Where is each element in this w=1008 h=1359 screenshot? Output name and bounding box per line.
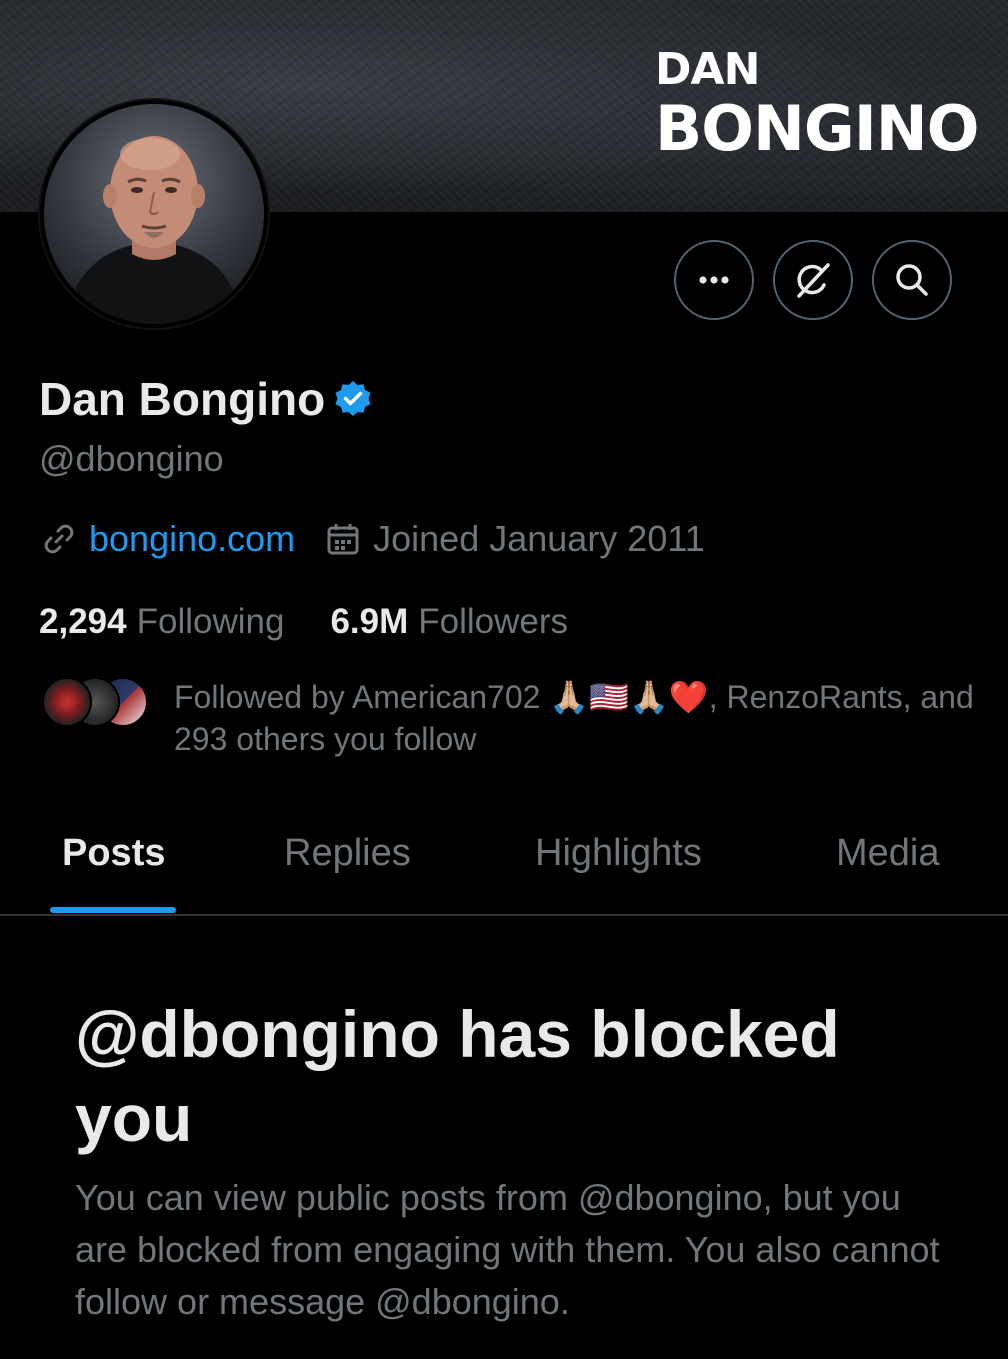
joined-date: Joined January 2011 xyxy=(373,518,705,559)
profile-tabs: Posts Replies Highlights Media xyxy=(0,818,1008,916)
profile-name-row: Dan Bongino xyxy=(39,372,373,426)
tab-replies[interactable]: Replies xyxy=(284,832,411,875)
search-icon xyxy=(896,264,928,296)
blocked-description: You can view public posts from @dbongino… xyxy=(75,1177,940,1322)
following-count: 2,294 xyxy=(39,602,127,641)
more-horizontal-icon xyxy=(699,276,729,284)
verified-badge-icon[interactable] xyxy=(333,379,373,419)
profile-avatar[interactable] xyxy=(40,100,268,328)
active-tab-indicator xyxy=(50,907,176,913)
followers-label: Followers xyxy=(418,602,569,641)
profile-meta: bongino.com Joined January 2011 xyxy=(39,518,705,560)
following-link[interactable]: 2,294 Following xyxy=(39,602,284,642)
link-icon xyxy=(44,524,74,554)
banner-wordmark: DAN BONGINO xyxy=(655,44,979,165)
followed-by-text[interactable]: Followed by American702 🙏🏼🇺🇸🙏🏼❤️, RenzoR… xyxy=(174,676,974,760)
followers-count: 6.9M xyxy=(330,602,409,641)
display-name: Dan Bongino xyxy=(39,373,326,425)
banner-title-line1: DAN xyxy=(655,44,760,95)
tab-media[interactable]: Media xyxy=(836,832,940,875)
follow-stats: 2,294 Following 6.9M Followers xyxy=(39,602,568,642)
blocked-title: @dbongino has blocked you xyxy=(75,997,840,1155)
tab-posts[interactable]: Posts xyxy=(62,832,165,875)
website-link[interactable]: bongino.com xyxy=(89,518,295,560)
profile-handle: @dbongino xyxy=(39,438,224,479)
banner-title-line2: BONGINO xyxy=(655,92,979,165)
avatar-photo xyxy=(44,104,264,324)
followers-link[interactable]: 6.9M Followers xyxy=(330,602,568,642)
tab-highlights[interactable]: Highlights xyxy=(535,832,702,875)
calendar-icon xyxy=(327,524,359,555)
mutual-avatar xyxy=(42,677,92,727)
grok-button[interactable] xyxy=(773,240,853,320)
following-label: Following xyxy=(136,602,285,641)
grok-icon xyxy=(797,263,830,298)
search-button[interactable] xyxy=(872,240,952,320)
mutual-followers-avatars[interactable] xyxy=(42,677,152,729)
more-options-button[interactable] xyxy=(674,240,754,320)
